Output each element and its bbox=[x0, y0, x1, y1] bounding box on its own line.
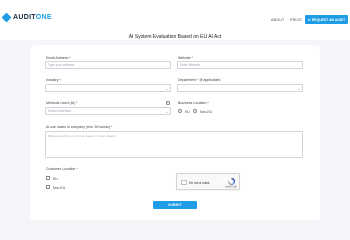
use-cases-placeholder: Please describe your AI use cases, in sh… bbox=[48, 134, 118, 138]
business-location-eu-radio[interactable] bbox=[178, 109, 182, 113]
nav-link-price[interactable]: PRICE bbox=[290, 18, 302, 22]
recaptcha-links[interactable]: Privacy - Terms bbox=[222, 188, 240, 189]
methods-placeholder: Select a Method bbox=[48, 109, 72, 113]
nav-link-about[interactable]: ABOUT bbox=[271, 18, 284, 22]
email-placeholder: Type your address bbox=[48, 63, 75, 67]
use-cases-textarea[interactable]: Please describe your AI use cases, in sh… bbox=[45, 131, 303, 158]
customer-location-eu-label: EU bbox=[53, 176, 58, 181]
send-icon: ➤ bbox=[307, 17, 311, 22]
business-location-non-eu-radio[interactable] bbox=[193, 109, 197, 113]
request-audit-button[interactable]: ➤ REQUEST AN AUDIT bbox=[305, 15, 348, 24]
methods-label: Methods Used (AI) * bbox=[46, 101, 78, 105]
methods-select[interactable]: Select a Method ⌄ bbox=[45, 107, 171, 115]
business-location-eu-label: EU bbox=[185, 109, 190, 114]
customer-location-non-eu-label: Non-EU bbox=[53, 185, 66, 190]
chevron-down-icon: ⌄ bbox=[297, 86, 300, 91]
auditone-logo[interactable]: AUDITONE bbox=[1, 12, 52, 23]
recaptcha-checkbox[interactable] bbox=[181, 179, 187, 185]
chevron-down-icon: ⌄ bbox=[165, 86, 168, 91]
logo-text: AUDITONE bbox=[13, 14, 52, 21]
chevron-down-icon: ⌄ bbox=[165, 109, 168, 114]
help-icon[interactable]: ? bbox=[166, 101, 170, 105]
use-cases-label: AI use cases in company (min. 50 words) … bbox=[46, 125, 113, 129]
customer-location-label: Customer Location * bbox=[46, 167, 78, 171]
submit-button[interactable]: SUBMIT bbox=[153, 201, 197, 209]
department-select[interactable]: ⌄ bbox=[177, 84, 303, 92]
customer-location-eu-checkbox[interactable] bbox=[46, 176, 50, 180]
business-location-non-eu-label: Non-EU bbox=[200, 109, 213, 114]
recaptcha-label: I'm not a robot bbox=[189, 180, 210, 185]
department-label: Department * (if applicable) bbox=[178, 78, 221, 82]
page-title: AI System Evaluation Based on EU AI Act bbox=[128, 34, 222, 40]
customer-location-non-eu-checkbox[interactable] bbox=[46, 185, 50, 189]
website-placeholder: Enter Website bbox=[180, 63, 200, 67]
recaptcha-widget: I'm not a robot reCAPTCHA Privacy - Term… bbox=[176, 173, 240, 190]
email-label: Email Address * bbox=[46, 56, 71, 60]
business-location-label: Business Location * bbox=[178, 101, 209, 105]
recaptcha-logo-icon bbox=[227, 177, 236, 185]
website-label: Website * bbox=[178, 56, 193, 60]
website-input[interactable]: Enter Website bbox=[177, 61, 303, 69]
industry-select[interactable]: ⌄ bbox=[45, 84, 171, 92]
email-input[interactable]: Type your address bbox=[45, 61, 171, 69]
logo-mark-icon bbox=[1, 12, 12, 23]
logo-suffix: ONE bbox=[35, 14, 52, 21]
logo-prefix: AUDIT bbox=[13, 14, 36, 21]
industry-label: Industry * bbox=[46, 78, 61, 82]
request-audit-label: REQUEST AN AUDIT bbox=[311, 17, 346, 22]
